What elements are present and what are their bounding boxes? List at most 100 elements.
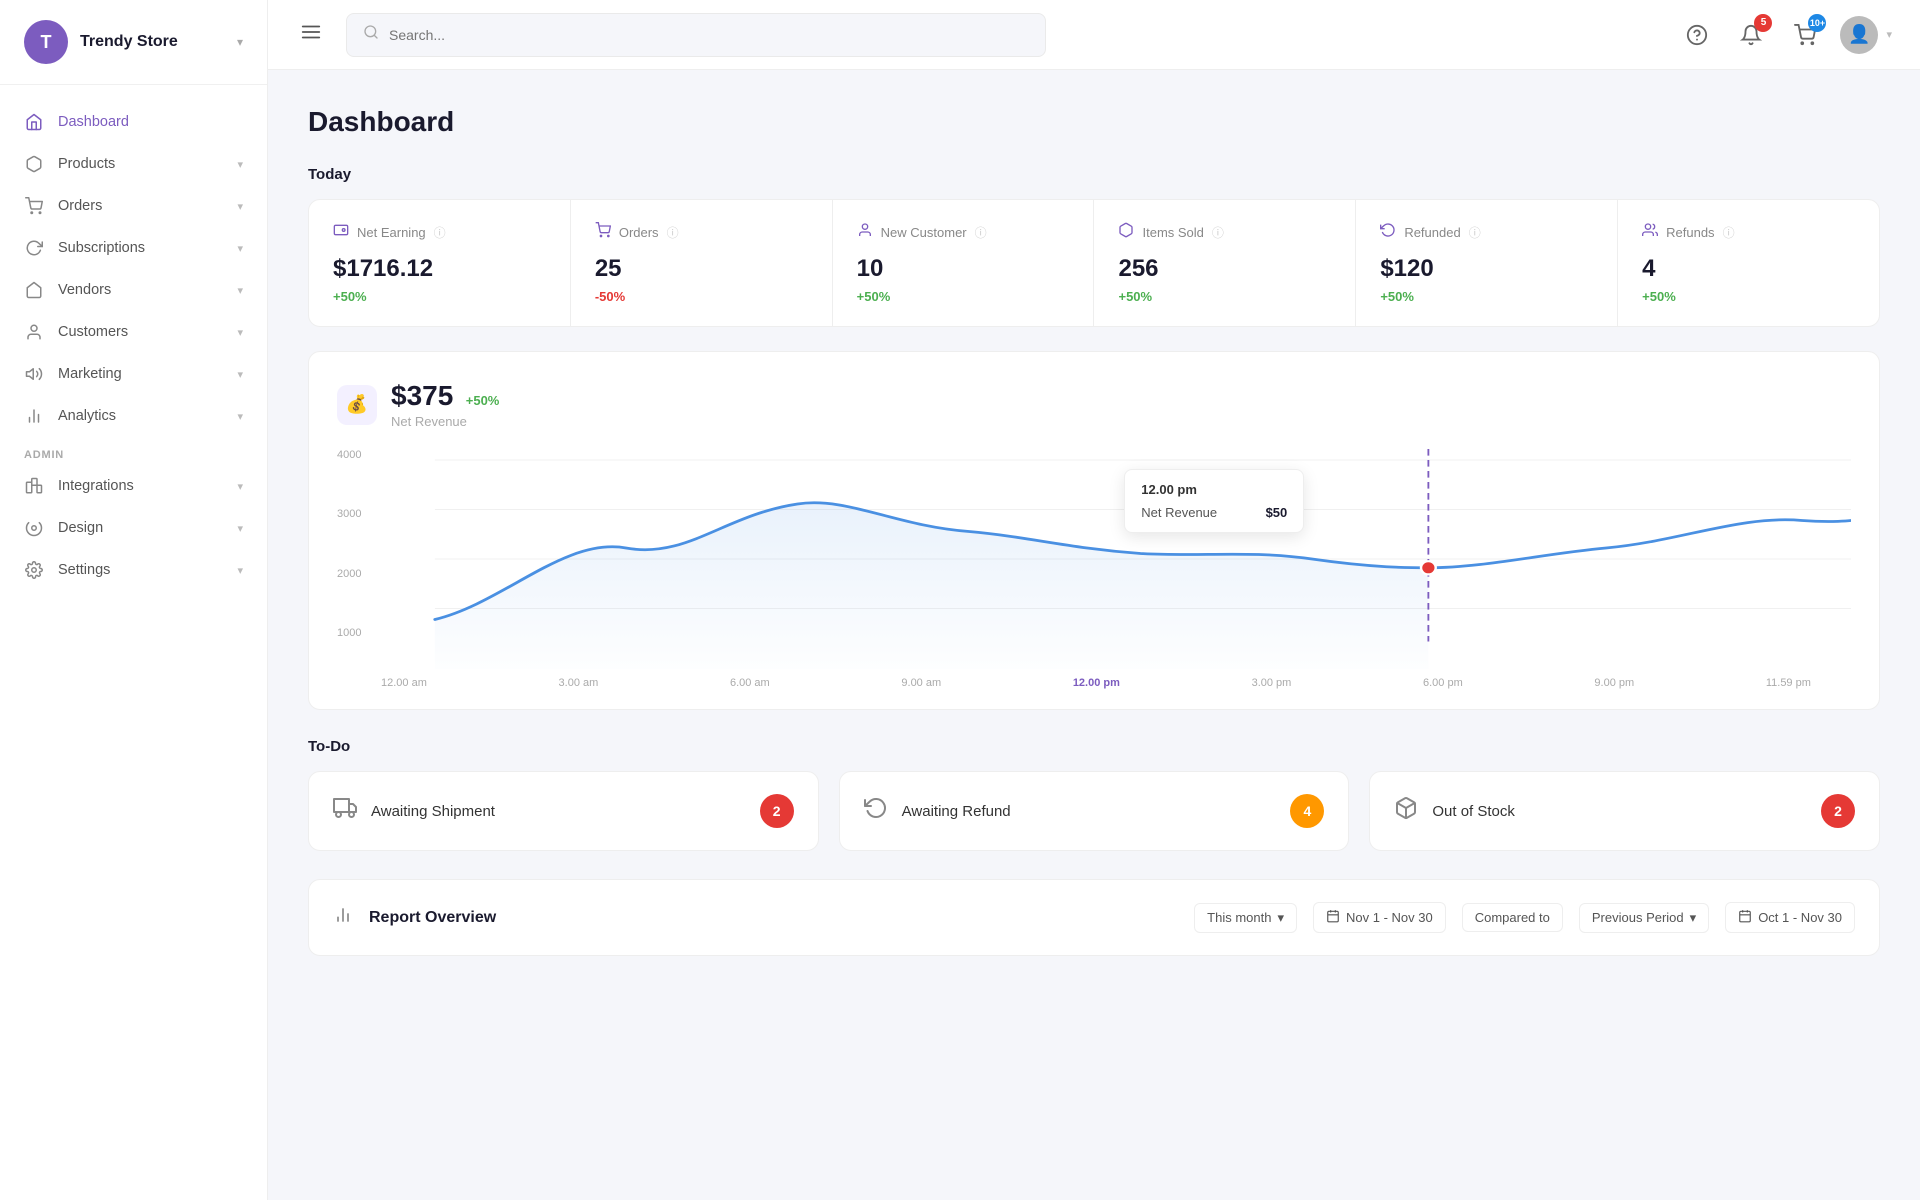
stat-change: +50% [1118,289,1331,304]
x-label-active: 12.00 pm [1073,677,1120,689]
calendar-icon-prev [1738,909,1752,926]
admin-section-label: Admin [0,437,267,465]
sidebar-item-dashboard[interactable]: Dashboard [0,101,267,143]
x-label: 6.00 am [730,677,770,689]
prev-date-range[interactable]: Oct 1 - Nov 30 [1725,902,1855,933]
todo-awaiting-refund[interactable]: Awaiting Refund 4 [839,771,1350,851]
stats-grid: Net Earning ⓘ $1716.12 +50% Orders ⓘ 25 … [308,199,1880,327]
sidebar-item-design[interactable]: Design ▾ [0,507,267,549]
stat-value: 4 [1642,255,1855,283]
stat-refunds: Refunds ⓘ 4 +50% [1618,200,1879,326]
x-label: 12.00 am [381,677,427,689]
today-section-label: Today [308,166,1880,183]
x-axis-labels: 12.00 am 3.00 am 6.00 am 9.00 am 12.00 p… [337,677,1851,689]
sidebar-item-vendors[interactable]: Vendors ▾ [0,269,267,311]
x-label: 3.00 pm [1252,677,1292,689]
sidebar-navigation: Dashboard Products ▾ Orders ▾ Subscripti… [0,85,267,1200]
previous-period-dropdown[interactable]: Previous Period ▾ [1579,903,1709,933]
y-axis-labels: 4000 3000 2000 1000 [337,449,377,639]
sidebar-item-settings[interactable]: Settings ▾ [0,549,267,591]
chevron-down-icon: ▾ [237,284,243,297]
sidebar-item-orders[interactable]: Orders ▾ [0,185,267,227]
sidebar-item-products[interactable]: Products ▾ [0,143,267,185]
period-prev-label: Previous Period [1592,910,1684,925]
todo-left: Out of Stock [1394,796,1515,826]
stat-value: 256 [1118,255,1331,283]
search-icon [363,24,379,45]
this-month-dropdown[interactable]: This month ▾ [1194,903,1297,933]
tooltip-time: 12.00 pm [1141,482,1287,497]
wallet-icon [333,222,349,243]
sidebar-item-label: Marketing [58,366,122,382]
sidebar-item-marketing[interactable]: Marketing ▾ [0,353,267,395]
box-todo-icon [1394,796,1418,826]
cart-button[interactable]: 10+ [1786,16,1824,54]
stat-header: Items Sold ⓘ [1118,222,1331,243]
info-icon: ⓘ [1469,224,1481,241]
stat-label: Refunded [1404,225,1460,240]
todo-section-label: To-Do [308,738,1880,755]
user-stat-icon [857,222,873,243]
chart-tooltip: 12.00 pm Net Revenue $50 [1124,469,1304,533]
stat-header: Refunds ⓘ [1642,222,1855,243]
brand-avatar: T [24,20,68,64]
brand-name: Trendy Store [80,33,178,51]
prev-date-range-label: Oct 1 - Nov 30 [1758,910,1842,925]
search-input[interactable] [389,27,1029,43]
todo-cards: Awaiting Shipment 2 Awaiting Refund 4 [308,771,1880,851]
stat-value: 10 [857,255,1070,283]
stat-value: 25 [595,255,808,283]
stat-header: Orders ⓘ [595,222,808,243]
revenue-chart-card: 💰 $375 +50% Net Revenue 4000 3000 2000 1… [308,351,1880,710]
settings-icon [24,560,44,580]
compared-to-label: Compared to [1462,903,1563,932]
chevron-down-icon: ▾ [237,480,243,493]
stat-new-customer: New Customer ⓘ 10 +50% [833,200,1095,326]
chart-area: 4000 3000 2000 1000 [337,449,1851,669]
stat-change: +50% [1642,289,1855,304]
home-icon [24,112,44,132]
sidebar-item-analytics[interactable]: Analytics ▾ [0,395,267,437]
topbar: 5 10+ 👤 ▾ [268,0,1920,70]
stat-label: New Customer [881,225,967,240]
todo-label: Awaiting Shipment [371,803,495,820]
x-label: 9.00 pm [1594,677,1634,689]
chart-header: 💰 $375 +50% Net Revenue [337,380,1851,429]
date-range-picker[interactable]: Nov 1 - Nov 30 [1313,902,1446,933]
report-header: Report Overview This month ▾ Nov 1 - Nov… [333,902,1855,933]
topbar-actions: 5 10+ 👤 ▾ [1678,16,1892,54]
todo-awaiting-shipment[interactable]: Awaiting Shipment 2 [308,771,819,851]
sidebar-item-subscriptions[interactable]: Subscriptions ▾ [0,227,267,269]
calendar-icon [1326,909,1340,926]
tooltip-row: Net Revenue $50 [1141,505,1287,520]
link-icon [24,476,44,496]
notifications-button[interactable]: 5 [1732,16,1770,54]
stat-value: $1716.12 [333,255,546,283]
brand-button[interactable]: T Trendy Store ▾ [0,0,267,85]
box-stat-icon [1118,222,1134,243]
sidebar-item-label: Dashboard [58,114,129,130]
todo-label: Awaiting Refund [902,803,1011,820]
info-icon: ⓘ [434,224,446,241]
notification-badge: 5 [1754,14,1772,32]
bar-chart-report-icon [333,905,353,930]
refund-todo-icon [864,796,888,826]
chevron-down-icon: ▾ [1277,910,1284,926]
menu-icon[interactable] [296,17,326,53]
info-icon: ⓘ [1212,224,1224,241]
sidebar-item-customers[interactable]: Customers ▾ [0,311,267,353]
user-menu-button[interactable]: 👤 ▾ [1840,16,1892,54]
help-button[interactable] [1678,16,1716,54]
stat-value: $120 [1380,255,1593,283]
chart-value: $375 [391,380,453,411]
stat-change: +50% [857,289,1070,304]
report-overview-card: Report Overview This month ▾ Nov 1 - Nov… [308,879,1880,956]
users-icon [24,322,44,342]
sidebar-item-integrations[interactable]: Integrations ▾ [0,465,267,507]
users-stat-icon [1642,222,1658,243]
stat-header: Refunded ⓘ [1380,222,1593,243]
chevron-down-icon: ▾ [237,158,243,171]
todo-out-of-stock[interactable]: Out of Stock 2 [1369,771,1880,851]
bar-chart-icon [24,406,44,426]
todo-left: Awaiting Shipment [333,796,495,826]
